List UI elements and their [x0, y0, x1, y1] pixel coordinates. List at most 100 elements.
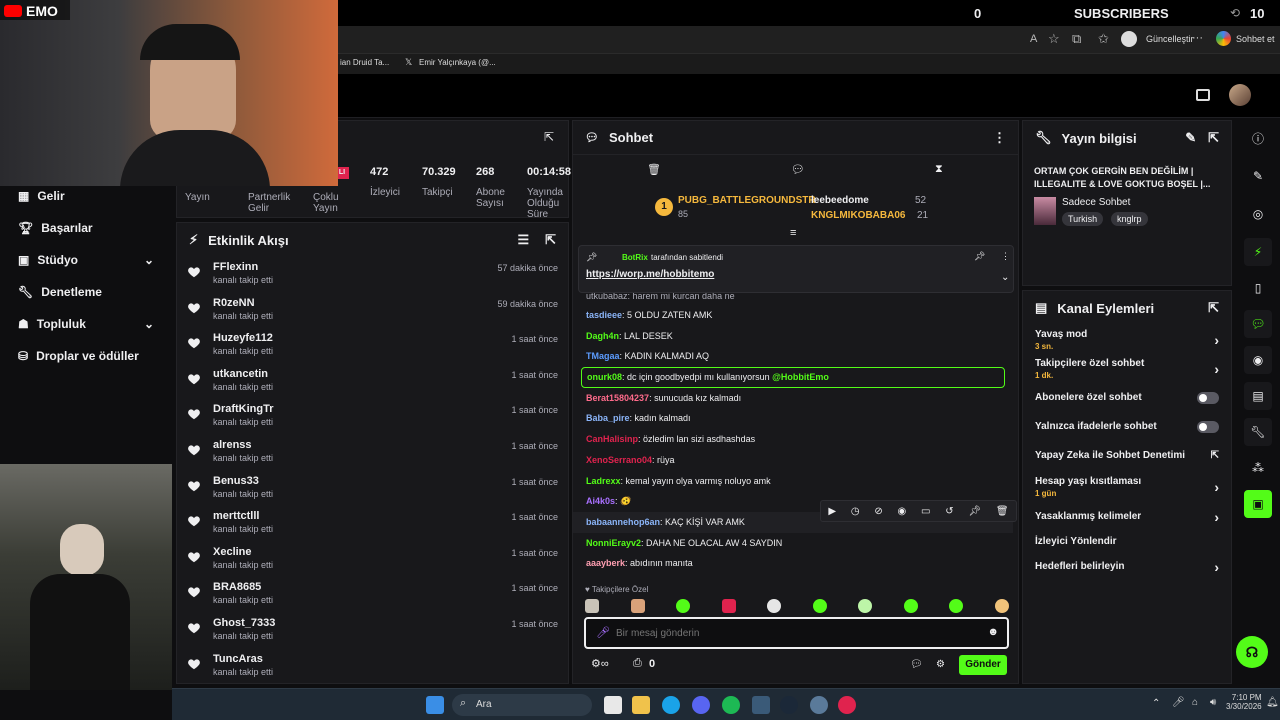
settings-gear-icon[interactable]: [810, 696, 828, 714]
network-icon[interactable]: ⌂: [1192, 697, 1198, 708]
more-icon[interactable]: ···: [1192, 32, 1203, 44]
event-username[interactable]: DraftKingTr: [213, 403, 274, 415]
extensions-icon[interactable]: ⧉: [1072, 31, 1081, 47]
event-username[interactable]: Ghost_7333: [213, 617, 275, 629]
send-button[interactable]: Gönder: [959, 655, 1007, 675]
chevron-down-icon[interactable]: ⌄: [1001, 272, 1009, 283]
filter-icon[interactable]: ☰: [517, 232, 529, 248]
ban-icon[interactable]: ⊘: [874, 506, 882, 517]
kebab-menu-icon[interactable]: ⋮: [993, 130, 1006, 146]
steam-icon[interactable]: [780, 696, 798, 714]
chat-message[interactable]: Berat15804237: sunucuda kız kalmadı: [573, 388, 1013, 409]
channel-action-row[interactable]: Yavaş mod 3 sn. ›: [1023, 325, 1231, 354]
event-username[interactable]: utkancetin: [213, 368, 273, 380]
top-gifter-name[interactable]: PUBG_BATTLEGROUNDSTR: [678, 195, 816, 206]
chat-username[interactable]: Baba_pire: [586, 413, 630, 423]
update-button[interactable]: Güncelleştir: [1146, 34, 1194, 44]
event-username[interactable]: merttctlll: [213, 510, 273, 522]
notes-icon[interactable]: ▯: [1244, 274, 1272, 302]
chevron-right-icon[interactable]: ›: [1214, 479, 1219, 495]
event-row[interactable]: Xecline kanalı takip etti 1 saat önce: [177, 542, 568, 578]
chat-message[interactable]: TMagaa: KADIN KALMADI AQ: [573, 346, 1013, 367]
studio-switch-icon[interactable]: [1196, 89, 1210, 101]
tag-chip[interactable]: Turkish: [1062, 212, 1104, 226]
obs-icon[interactable]: [838, 696, 856, 714]
play-icon[interactable]: ▶: [828, 506, 836, 517]
chat-username[interactable]: Berat15804237: [586, 393, 649, 403]
file-explorer-icon[interactable]: [632, 696, 650, 714]
sidebar-item-drops[interactable]: ⛁ Droplar ve ödüller: [0, 340, 172, 372]
chat-message[interactable]: XenoSerrano04: rüya: [573, 450, 1013, 471]
info-icon[interactable]: ⓘ: [1244, 124, 1272, 152]
event-username[interactable]: Benus33: [213, 475, 273, 487]
edit-pencil-icon[interactable]: ✎: [1185, 130, 1196, 146]
popout-icon[interactable]: ⇱: [544, 130, 554, 144]
emote[interactable]: [721, 599, 736, 613]
chat-username[interactable]: XenoSerrano04: [586, 455, 652, 465]
chat-username[interactable]: tasdieee: [586, 310, 622, 320]
delete-icon[interactable]: 🗑︎: [996, 506, 1009, 517]
favorite-star-icon[interactable]: ☆: [1048, 31, 1060, 47]
microphone-icon[interactable]: 🎤︎: [596, 626, 610, 639]
settings-gear-icon[interactable]: ⚙: [936, 659, 945, 670]
channel-actions-icon[interactable]: ▤: [1244, 382, 1272, 410]
sidebar-item-achievements[interactable]: 🏆︎ Başarılar: [0, 212, 172, 244]
reply-icon[interactable]: ◉: [898, 506, 907, 517]
channel-action-row[interactable]: Hesap yaşı kısıtlaması 1 gün ›: [1023, 470, 1231, 504]
wrench-icon[interactable]: 🔧︎: [1244, 418, 1272, 446]
unpin-icon[interactable]: 📌︎: [974, 251, 985, 262]
windows-start-icon[interactable]: [426, 696, 444, 714]
event-username[interactable]: FFlexinn: [213, 261, 273, 273]
popout-icon[interactable]: ⇱: [1208, 130, 1219, 146]
undo-icon[interactable]: ↺: [945, 506, 953, 517]
chat-username[interactable]: Dagh4n: [586, 331, 619, 341]
channel-action-row[interactable]: Yasaklanmış kelimeler ›: [1023, 504, 1231, 529]
discord-icon[interactable]: [692, 696, 710, 714]
channel-points-icon[interactable]: ⚙∞: [591, 657, 609, 670]
chat-bubble-icon[interactable]: 💬︎: [791, 163, 805, 176]
community-icon[interactable]: ⁂: [1244, 454, 1272, 482]
tray-chevron-icon[interactable]: ⌃: [1152, 698, 1160, 709]
chat-username[interactable]: aaayberk: [586, 558, 625, 568]
event-row[interactable]: BRA8685 kanalı takip etti 1 saat önce: [177, 577, 568, 613]
emote[interactable]: [812, 599, 827, 613]
popout-icon[interactable]: ⇱: [1208, 300, 1219, 316]
emote[interactable]: [676, 599, 691, 613]
second-gifter-name[interactable]: leebeedome: [811, 195, 869, 206]
chat-bubble-icon[interactable]: 💬︎: [1244, 310, 1272, 338]
chat-message[interactable]: tasdieee: 5 OLDU ZATEN AMK: [573, 305, 1013, 326]
emote[interactable]: [630, 599, 645, 613]
event-username[interactable]: R0zeNN: [213, 297, 273, 309]
third-gifter-name[interactable]: KNGLMIKOBABA06: [811, 210, 905, 221]
event-username[interactable]: Xecline: [213, 546, 273, 558]
event-username[interactable]: alrenss: [213, 439, 273, 451]
toggle-switch[interactable]: [1197, 420, 1219, 433]
edit-pencil-icon[interactable]: ✎: [1244, 162, 1272, 190]
event-row[interactable]: DraftKingTr kanalı takip etti 1 saat önce: [177, 399, 568, 435]
channel-action-row[interactable]: Abonelere özel sohbet: [1023, 383, 1231, 412]
category-name[interactable]: Sadece Sohbet: [1062, 197, 1130, 208]
chat-username[interactable]: babaannehop6an: [586, 517, 660, 527]
profile-avatar[interactable]: [1121, 31, 1137, 47]
event-username[interactable]: BRA8685: [213, 581, 273, 593]
notification-icon[interactable]: 🔔︎: [1266, 697, 1279, 708]
spotify-icon[interactable]: [722, 696, 740, 714]
emote[interactable]: [903, 599, 918, 613]
bolt-icon[interactable]: ⚡︎: [1244, 238, 1272, 266]
emote[interactable]: [585, 599, 599, 613]
chat-username[interactable]: CanHalisinp: [586, 434, 638, 444]
event-row[interactable]: Huzeyfe112 kanalı takip etti 1 saat önce: [177, 328, 568, 364]
broadcast-icon[interactable]: ◉: [1244, 346, 1272, 374]
event-row[interactable]: merttctlll kanalı takip etti 1 saat önce: [177, 506, 568, 542]
event-row[interactable]: utkancetin kanalı takip etti 1 saat önce: [177, 364, 568, 400]
chat-message[interactable]: Ladrexx: kemal yayın olya varmış noluyo …: [573, 471, 1013, 492]
event-row[interactable]: FFlexinn kanalı takip etti 57 dakika önce: [177, 257, 568, 293]
task-view-icon[interactable]: [604, 696, 622, 714]
read-aloud-icon[interactable]: A: [1030, 33, 1037, 45]
toggle-switch[interactable]: [1197, 391, 1219, 404]
chevron-right-icon[interactable]: ›: [1214, 559, 1219, 575]
copilot-icon[interactable]: [1216, 31, 1231, 46]
emote[interactable]: [949, 599, 964, 613]
chat-username[interactable]: NonniErayv2: [586, 538, 641, 548]
volume-icon[interactable]: 🔊︎: [1210, 697, 1216, 708]
